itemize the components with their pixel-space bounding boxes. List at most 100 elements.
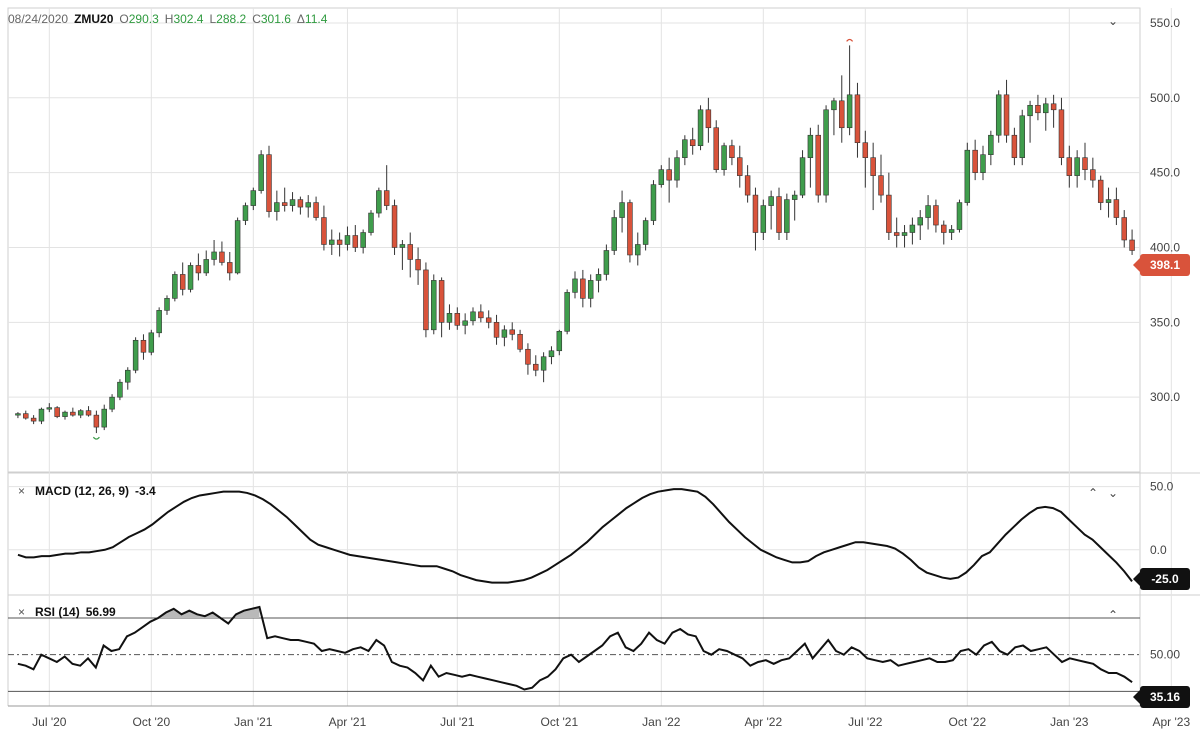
candle-body: [187, 265, 194, 290]
candle-body: [172, 274, 178, 299]
price-tick-label: 400.0: [1150, 240, 1180, 254]
candle-body: [1105, 199, 1112, 203]
x-tick-label: Jan '23: [1050, 715, 1089, 729]
candle-body: [799, 157, 806, 196]
candle-body: [415, 259, 421, 271]
candle-body: [360, 232, 366, 248]
change-label: Δ: [296, 12, 305, 26]
candle-body: [525, 348, 531, 365]
candle-body: [791, 194, 798, 200]
x-tick-label: Oct '22: [948, 715, 986, 729]
candle-body: [77, 410, 84, 416]
candle-body: [862, 142, 869, 158]
candle-body: [980, 154, 986, 173]
open-label: O: [119, 12, 129, 26]
candle-body: [776, 196, 782, 233]
candle-body: [658, 169, 665, 185]
x-tick-label: Apr '22: [744, 715, 782, 729]
candle-body: [336, 239, 343, 245]
macd-collapse-icon[interactable]: ⌃: [1088, 486, 1098, 500]
candle-body: [85, 410, 92, 416]
legend-date: 08/24/2020: [8, 12, 69, 26]
candle-body: [650, 184, 657, 221]
candle-body: [533, 363, 539, 371]
rsi-collapse-icon[interactable]: ⌃: [1108, 608, 1118, 622]
candle-body: [689, 139, 696, 147]
candle-body: [517, 333, 523, 350]
price-pane-frame: [7, 7, 1141, 473]
candle-body: [274, 202, 280, 212]
candle-body: [250, 190, 257, 206]
candle-body: [446, 313, 453, 323]
candle-body: [109, 396, 115, 410]
x-tick-label: Jul '20: [32, 715, 67, 729]
candle-body: [909, 224, 916, 233]
macd-close-icon[interactable]: ×: [18, 484, 25, 498]
x-tick-label: Jul '22: [848, 715, 883, 729]
candle-body: [737, 157, 743, 176]
candle-body: [1082, 157, 1088, 170]
candle-body: [1050, 103, 1057, 111]
candle-body: [1066, 157, 1073, 176]
candle-body: [956, 202, 963, 230]
legend-close: C301.6: [252, 12, 291, 26]
candle-body: [893, 232, 900, 236]
candle-body: [297, 199, 304, 208]
chart-area: Jul '20 Oct '20 Jan '21 Apr '21 Jul '21 Oct '…: [0, 0, 1200, 746]
last-price-tag: 398.1: [1133, 254, 1190, 276]
candle-body: [713, 127, 719, 170]
x-tick-label: Apr '23: [1152, 715, 1190, 729]
candle-body: [478, 311, 484, 319]
candle-body: [431, 280, 437, 331]
candle-body: [391, 205, 398, 248]
candle-body: [721, 145, 727, 170]
low-marker: [92, 436, 100, 440]
price-expand-icon[interactable]: ⌄: [1108, 14, 1118, 28]
candle-body: [603, 250, 610, 275]
candle-body: [62, 411, 68, 417]
candle-body: [38, 408, 45, 422]
candle-body: [438, 280, 445, 323]
candle-body: [941, 224, 947, 233]
macd-expand-icon[interactable]: ⌄: [1108, 486, 1118, 500]
candle-body: [752, 194, 759, 233]
candle-body: [705, 109, 712, 129]
candle-body: [156, 310, 162, 334]
candle-body: [140, 339, 147, 353]
candle-body: [368, 212, 374, 233]
candle-body: [925, 205, 931, 218]
candle-body: [70, 411, 76, 416]
x-tick-label: Jul '21: [440, 715, 475, 729]
candle-body: [164, 298, 170, 311]
candle-body: [635, 244, 641, 256]
candle-body: [556, 331, 563, 352]
candle-body: [917, 217, 923, 226]
candle-body: [305, 202, 311, 208]
rsi-legend: × RSI (14) 56.99: [18, 605, 116, 619]
candle-body: [901, 232, 908, 236]
candle-body: [203, 259, 209, 274]
candle-body: [132, 339, 139, 371]
candle-body: [1058, 109, 1065, 158]
candle-body: [697, 109, 704, 147]
candle-body: [1074, 157, 1080, 176]
candle-body: [93, 414, 100, 428]
candle-body: [1011, 134, 1018, 158]
candle-body: [148, 332, 155, 353]
candle-body: [744, 175, 751, 196]
legend-symbol: ZMU20: [74, 12, 114, 26]
candle-body: [548, 350, 555, 358]
open-value: 290.3: [128, 12, 159, 26]
candle-body: [407, 244, 413, 260]
macd-last-tag: -25.0: [1133, 568, 1190, 590]
candle-body: [595, 274, 602, 281]
candle-body: [784, 199, 790, 233]
candle-body: [1003, 94, 1010, 136]
candle-body: [15, 413, 21, 416]
candle-body: [587, 280, 594, 299]
candle-body: [933, 205, 939, 226]
candle-body: [870, 157, 876, 176]
high-marker: [846, 38, 854, 42]
x-tick-label: Jan '21: [234, 715, 273, 729]
rsi-close-icon[interactable]: ×: [18, 605, 25, 619]
